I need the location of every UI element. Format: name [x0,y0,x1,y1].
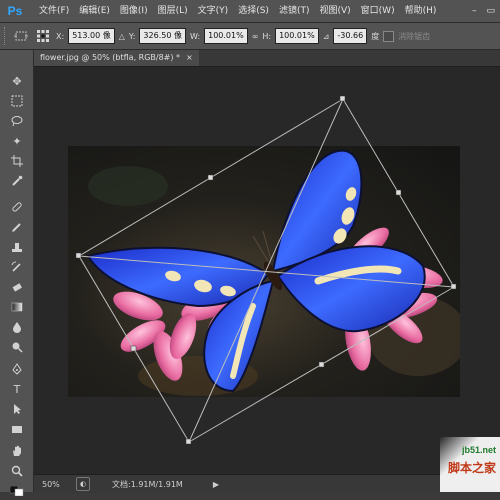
menu-select[interactable]: 选择(S) [233,0,274,22]
photoshop-logo: Ps [7,4,23,18]
path-selection-tool-icon[interactable] [7,400,27,418]
transform-handle [318,361,325,368]
menu-filter[interactable]: 滤镜(T) [274,0,315,22]
gradient-tool-icon[interactable] [7,298,27,316]
clone-stamp-tool-icon[interactable] [7,238,27,256]
menu-layer[interactable]: 图层(L) [153,0,193,22]
color-swatches-icon[interactable] [7,482,27,500]
crop-tool-icon[interactable] [7,152,27,170]
pen-tool-icon[interactable] [7,360,27,378]
menu-file[interactable]: 文件(F) [34,0,74,22]
eraser-tool-icon[interactable] [7,278,27,296]
delta-icon[interactable]: △ [119,32,125,41]
transform-handle [395,189,402,196]
transform-handle [207,174,214,181]
menu-bar: Ps 文件(F) 编辑(E) 图像(I) 图层(L) 文字(Y) 选择(S) 滤… [0,0,500,23]
menu-type[interactable]: 文字(Y) [193,0,234,22]
rectangle-tool-icon[interactable] [7,420,27,438]
document-area: flower.jpg @ 50% (btfla, RGB/8#) * × [34,50,500,492]
antialias-checkbox[interactable] [383,30,395,42]
status-menu-icon[interactable]: ◐ [76,477,90,491]
brush-tool-icon[interactable] [7,218,27,236]
toolbox: ✥ ✦ T [0,50,34,496]
menu-edit[interactable]: 编辑(E) [74,0,115,22]
transform-tool-icon[interactable] [12,28,30,44]
h-label: H: [262,31,272,41]
transform-handle [75,252,82,259]
hand-tool-icon[interactable] [7,442,27,460]
magic-wand-tool-icon[interactable]: ✦ [7,132,27,150]
transform-handle [339,95,346,102]
status-bar: 50% ◐ 文档:1.91M/1.91M ▶ [34,474,500,493]
dodge-tool-icon[interactable] [7,338,27,356]
y-position-field[interactable]: 326.50 像 [139,28,186,44]
transform-handle [130,345,137,352]
move-tool-icon[interactable]: ✥ [7,72,27,90]
eyedropper-tool-icon[interactable] [7,172,27,190]
zoom-level[interactable]: 50% [34,480,76,489]
angle-unit: 度 [371,31,380,41]
height-field[interactable]: 100.01% [275,28,319,44]
transform-handle [185,438,192,445]
healing-brush-tool-icon[interactable] [7,198,27,216]
link-icon[interactable]: ∞ [252,32,259,41]
blur-tool-icon[interactable] [7,318,27,336]
reference-point-icon[interactable] [34,28,52,44]
x-position-field[interactable]: 513.00 像 [68,28,115,44]
maximize-button[interactable]: ▭ [481,0,500,22]
document-size: 文档:1.91M/1.91M [112,479,183,489]
watermark-name: 脚本之家 [447,461,496,475]
menu-image[interactable]: 图像(I) [115,0,153,22]
x-label: X: [56,31,65,41]
menu-window[interactable]: 窗口(W) [356,0,400,22]
status-arrow-icon[interactable]: ▶ [213,480,219,489]
history-brush-tool-icon[interactable] [7,258,27,276]
angle-field[interactable]: -30.66 [333,28,368,44]
options-bar-grip[interactable] [4,27,8,45]
minimize-button[interactable]: – [467,0,482,22]
y-label: Y: [128,31,136,41]
w-label: W: [189,31,201,41]
window-controls: – ▭ [467,0,500,22]
menu-view[interactable]: 视图(V) [314,0,355,22]
angle-icon: ⊿ [322,31,330,41]
watermark: jb51.net 脚本之家 [440,437,500,492]
lasso-tool-icon[interactable] [7,112,27,130]
options-bar: X: 513.00 像 △ Y: 326.50 像 W: 100.01% ∞ H… [0,23,500,50]
transform-bounding-box[interactable] [34,50,500,492]
width-field[interactable]: 100.01% [204,28,248,44]
watermark-site: jb51.net [461,445,496,455]
menu-help[interactable]: 帮助(H) [400,0,442,22]
marquee-tool-icon[interactable] [7,92,27,110]
zoom-tool-icon[interactable] [7,462,27,480]
antialias-label: 消除锯齿 [398,31,431,41]
transform-handle [450,283,457,290]
type-tool-icon[interactable]: T [7,380,27,398]
